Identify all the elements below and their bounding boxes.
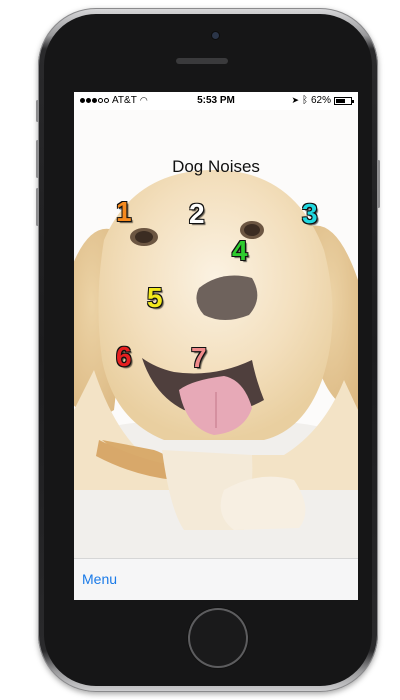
menu-button[interactable]: Menu [82, 571, 117, 587]
volume-down-button [36, 188, 39, 226]
power-button [377, 160, 380, 208]
sound-button-6[interactable]: 6 [116, 343, 132, 371]
sound-button-1[interactable]: 1 [116, 198, 132, 226]
battery-icon [334, 96, 354, 105]
battery-percent: 62% [310, 95, 331, 106]
home-button[interactable] [190, 610, 246, 666]
dog-photo [74, 110, 358, 558]
sound-button-3[interactable]: 3 [302, 200, 318, 228]
bottom-toolbar: Menu [74, 558, 358, 600]
location-arrow-icon: ➤ [291, 95, 299, 105]
mute-switch [36, 100, 39, 122]
sound-button-7[interactable]: 7 [191, 344, 207, 372]
earpiece-speaker [176, 58, 228, 64]
front-camera [212, 32, 219, 39]
bluetooth-icon: ᛒ [301, 95, 308, 106]
sound-button-4[interactable]: 4 [232, 237, 248, 265]
page-title: Dog Noises [172, 157, 260, 176]
status-bar: AT&T ◠ 5:53 PM ➤ ᛒ 62% [74, 92, 358, 110]
battery-level-fill [336, 98, 345, 103]
app-screen: AT&T ◠ 5:53 PM ➤ ᛒ 62% Dog Noises 1 2 3 … [74, 92, 358, 600]
volume-up-button [36, 140, 39, 178]
sound-button-2[interactable]: 2 [189, 200, 205, 228]
device-frame: AT&T ◠ 5:53 PM ➤ ᛒ 62% Dog Noises 1 2 3 … [0, 0, 400, 700]
sound-button-5[interactable]: 5 [147, 284, 163, 312]
